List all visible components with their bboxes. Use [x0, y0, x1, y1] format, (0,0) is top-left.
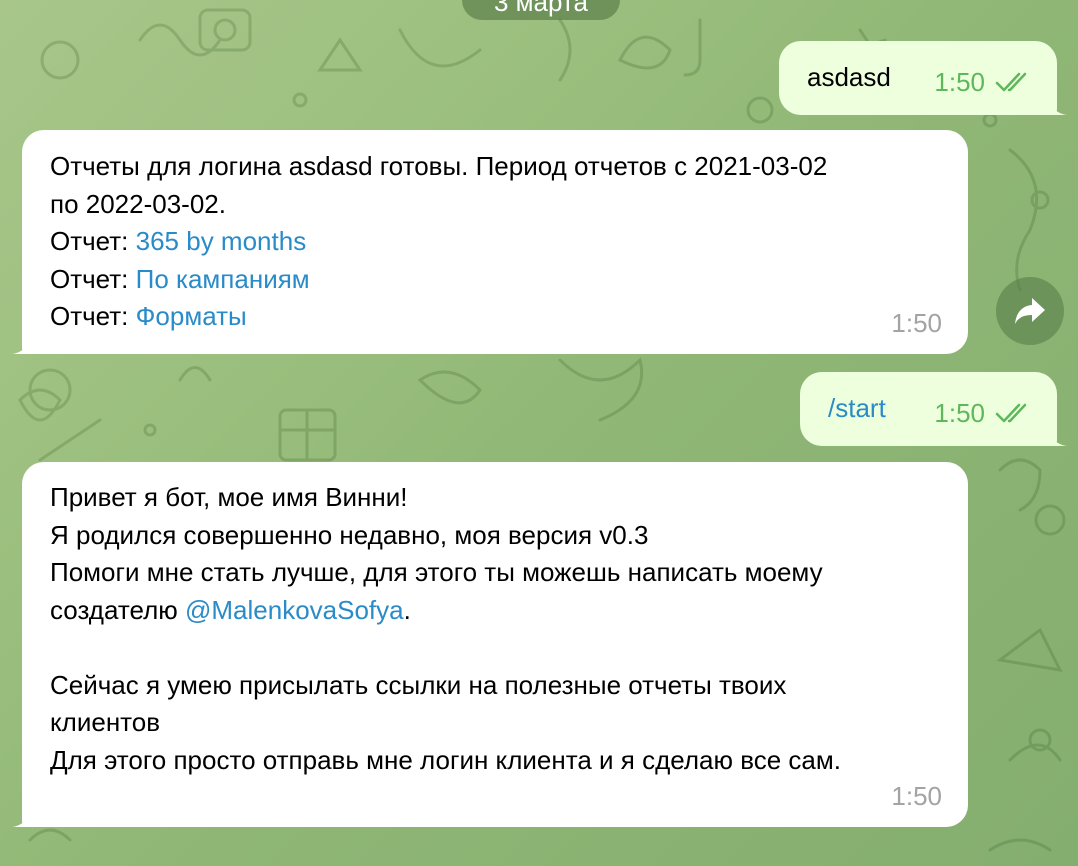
line-suffix: .	[403, 594, 411, 625]
mention-link-malenkovasofya[interactable]: @MalenkovaSofya	[185, 595, 404, 625]
bubble-tail	[12, 334, 30, 354]
message-line: Сейчас я умею присылать ссылки на полезн…	[50, 669, 787, 700]
report-prefix: Отчет:	[50, 263, 136, 294]
message-body: Привет я бот, мое имя Винни! Я родился с…	[50, 479, 841, 779]
report-line: Отчет: Форматы	[50, 298, 827, 336]
report-prefix: Отчет:	[50, 226, 136, 256]
line-prefix: создателю	[50, 594, 185, 625]
report-link-campaigns[interactable]: По кампаниям	[136, 264, 310, 294]
message-line: Я родился совершенно недавно, моя версия…	[50, 519, 649, 550]
message-line: Помоги мне стать лучше, для этого ты мож…	[50, 557, 823, 587]
message-line: Для этого просто отправь мне логин клиен…	[50, 744, 841, 775]
message-text: asdasd	[807, 62, 891, 92]
outgoing-message[interactable]: asdasd 1:50	[779, 41, 1067, 115]
double-check-icon	[995, 404, 1027, 423]
incoming-message[interactable]: Отчеты для логина asdasd готовы. Период …	[12, 130, 968, 354]
report-link-formats[interactable]: Форматы	[136, 301, 247, 331]
message-meta: 1:50	[934, 395, 1035, 433]
incoming-message[interactable]: Привет я бот, мое имя Винни! Я родился с…	[12, 462, 968, 827]
outgoing-message[interactable]: /start 1:50	[800, 372, 1067, 446]
message-meta: 1:50	[934, 64, 1035, 102]
double-check-icon	[995, 73, 1027, 92]
bubble-tail	[12, 807, 30, 827]
message-line: клиентов	[50, 707, 161, 737]
report-line: Отчет: 365 by months	[50, 223, 827, 261]
bubble-tail	[1049, 426, 1067, 446]
report-prefix: Отчет:	[50, 301, 136, 331]
forward-button[interactable]	[996, 277, 1064, 345]
message-line: Привет я бот, мое имя Винни!	[50, 482, 408, 512]
message-line: по 2022-03-02.	[50, 188, 226, 219]
message-time: 1:50	[934, 397, 985, 428]
report-link-365-by-months[interactable]: 365 by months	[136, 226, 307, 256]
command-link-start[interactable]: /start	[828, 390, 886, 428]
forward-arrow-icon	[1015, 298, 1045, 324]
message-time: 1:50	[891, 780, 942, 811]
report-line: Отчет: По кампаниям	[50, 261, 827, 299]
bubble-tail	[1049, 95, 1067, 115]
message-line: Отчеты для логина asdasd готовы. Период …	[50, 151, 828, 181]
message-line: создателю @MalenkovaSofya.	[50, 592, 841, 630]
message-time: 1:50	[934, 66, 985, 97]
date-separator: 3 марта	[462, 0, 620, 20]
message-body: Отчеты для логина asdasd готовы. Период …	[50, 148, 827, 336]
message-time: 1:50	[891, 307, 942, 338]
